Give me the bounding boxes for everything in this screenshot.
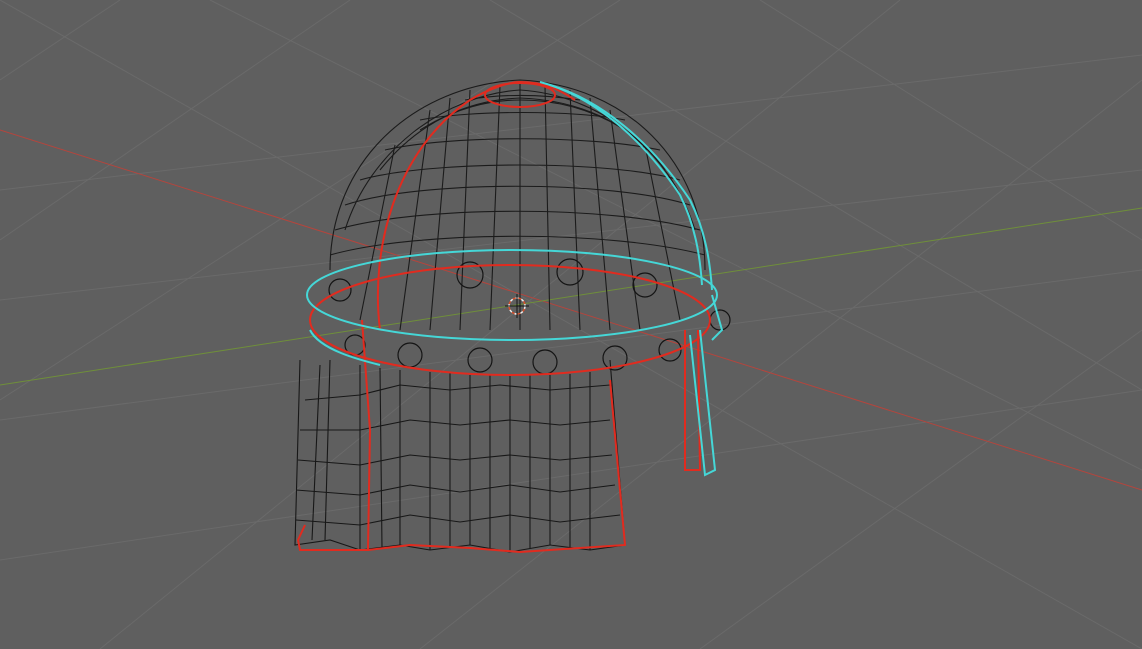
aventail-wireframe (294, 359, 626, 553)
dome-wireframe (329, 79, 706, 331)
3d-viewport[interactable] (0, 0, 1142, 649)
viewport-canvas[interactable] (0, 0, 1142, 649)
x-axis-line (0, 129, 1142, 491)
world-axes (0, 129, 1142, 491)
3d-cursor[interactable] (505, 294, 529, 318)
helmet-mesh[interactable] (294, 79, 731, 554)
